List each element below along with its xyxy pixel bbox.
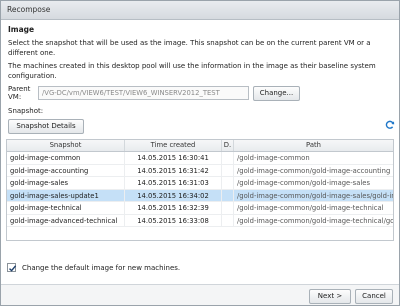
change-default-image-checkbox[interactable] [7,263,17,272]
table-row[interactable]: gold-image-technical 14.05.2015 16:32:39… [7,202,393,215]
dialog-footer: Next > Cancel [1,284,399,305]
parent-vm-field: /VG-DC/vm/VIEW6/TEST/VIEW6_WINSERV2012_T… [38,86,249,100]
snapshot-path: /gold-image-common/gold-image-technical/… [237,216,393,225]
dialog-titlebar: Recompose [1,1,399,20]
snapshot-details-button[interactable]: Snapshot Details [8,119,84,134]
instruction-text-1: Select the snapshot that will be used as… [8,39,371,57]
table-row-selected[interactable]: gold-image-sales-update1 14.05.2015 16:3… [7,189,393,202]
snapshot-path: /gold-image-common/gold-image-technical [237,204,384,212]
snapshot-path: /gold-image-common/gold-image-sales [237,179,371,187]
snapshot-description [222,189,234,201]
table-row[interactable]: gold-image-accounting 14.05.2015 16:31:4… [7,164,393,177]
snapshot-name: gold-image-accounting [7,164,125,176]
snapshot-time: 14.05.2015 16:33:08 [125,214,222,226]
refresh-icon[interactable] [385,120,395,130]
snapshot-name: gold-image-sales-update1 [7,189,125,201]
table-row[interactable]: gold-image-advanced-technical 14.05.2015… [7,214,393,227]
snapshot-path: /gold-image-common [237,154,310,162]
parent-vm-row: Parent VM: /VG-DC/vm/VIEW6/TEST/VIEW6_WI… [8,85,394,101]
column-header-time-created[interactable]: Time created [125,140,222,151]
change-default-image-label[interactable]: Change the default image for new machine… [22,264,180,272]
snapshot-time: 14.05.2015 16:30:41 [125,152,222,164]
check-icon [9,265,17,272]
change-parent-vm-button[interactable]: Change... [253,85,300,101]
snapshot-description [222,202,234,214]
snapshot-label: Snapshot: [8,107,44,115]
section-title: Image [8,25,35,34]
snapshot-time: 14.05.2015 16:31:42 [125,164,222,176]
next-button[interactable]: Next > [309,289,351,304]
column-header-snapshot[interactable]: Snapshot [7,140,125,151]
table-header: Snapshot Time created D. Path [7,140,393,152]
snapshot-path: /gold-image-common/gold-image-sales/gold… [237,191,393,200]
parent-vm-label: Parent VM: [8,85,31,101]
snapshot-name: gold-image-sales [7,177,125,189]
instruction-text-2: The machines created in this desktop poo… [8,62,376,80]
snapshot-name: gold-image-common [7,152,125,164]
snapshot-description [222,214,234,226]
table-row[interactable]: gold-image-sales 14.05.2015 16:31:03 /go… [7,177,393,190]
snapshot-time: 14.05.2015 16:34:02 [125,189,222,201]
snapshot-description [222,177,234,189]
snapshot-table: Snapshot Time created D. Path gold-image… [6,139,394,241]
cancel-button[interactable]: Cancel [355,289,393,304]
snapshot-path: /gold-image-common/gold-image-accounting [237,166,391,175]
snapshot-description [222,164,234,176]
snapshot-name: gold-image-technical [7,202,125,214]
table-row[interactable]: gold-image-common 14.05.2015 16:30:41 /g… [7,152,393,165]
image-section: Image Select the snapshot that will be u… [8,25,394,134]
recompose-dialog: Recompose Image Select the snapshot that… [0,0,400,306]
snapshot-description [222,152,234,164]
dialog-title: Recompose [7,5,51,14]
column-header-path[interactable]: Path [234,140,393,151]
change-default-image-option: Change the default image for new machine… [7,263,180,272]
snapshot-time: 14.05.2015 16:31:03 [125,177,222,189]
snapshot-time: 14.05.2015 16:32:39 [125,202,222,214]
snapshot-name: gold-image-advanced-technical [7,214,125,226]
column-header-description[interactable]: D. [222,140,234,151]
